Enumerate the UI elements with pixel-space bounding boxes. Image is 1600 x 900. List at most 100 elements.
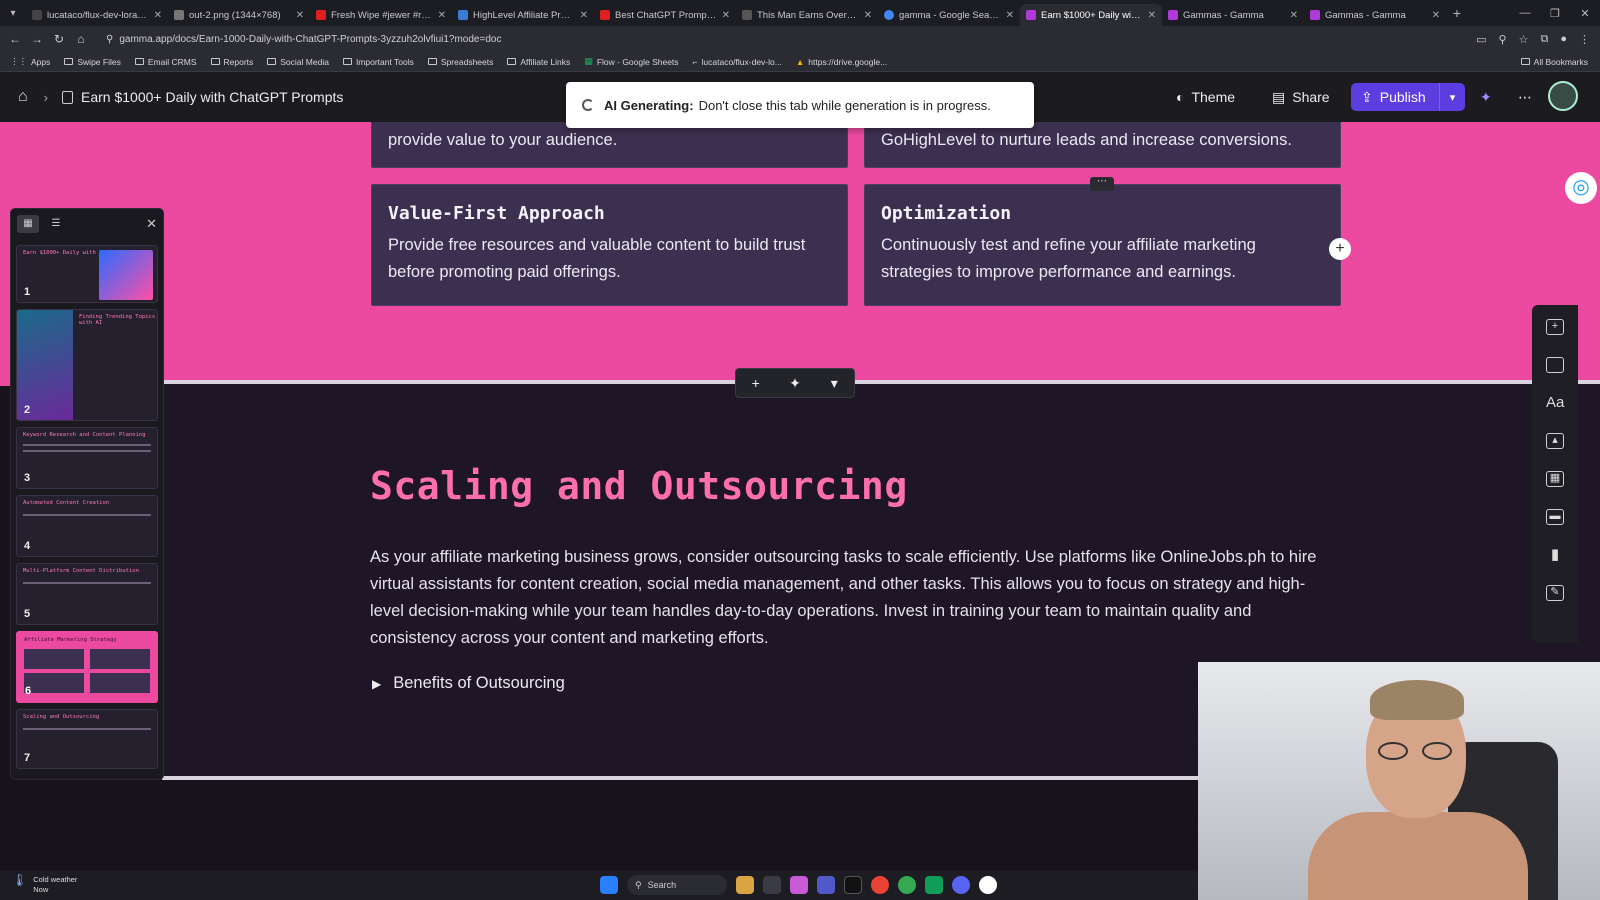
close-window-icon[interactable]: ✕ (1570, 0, 1600, 26)
browser-tab-active[interactable]: Earn $1000+ Daily with ChatG ✕ (1020, 4, 1162, 26)
close-icon[interactable]: ✕ (722, 10, 730, 21)
slide-thumb-active[interactable]: Affiliate Marketing Strategy 6 (16, 631, 158, 703)
browser-tab[interactable]: Best ChatGPT Prompt to Mak ✕ (594, 4, 736, 26)
share-button[interactable]: ▤ Share (1272, 84, 1330, 110)
star-icon[interactable]: ☆ (1519, 33, 1529, 46)
browser-tab[interactable]: lucataco/flux-dev-lora - Run ✕ (26, 4, 168, 26)
slide-thumb[interactable]: Keyword Research and Content Planning 3 (16, 427, 158, 489)
close-icon[interactable]: ✕ (154, 10, 162, 21)
section-title[interactable]: Scaling and Outsourcing (370, 464, 908, 508)
slide-thumb[interactable]: Multi-Platform Content Distribution 5 (16, 563, 158, 625)
task-view-icon[interactable] (763, 876, 781, 894)
text-icon[interactable]: Aa (1546, 395, 1564, 411)
chevron-down-icon[interactable]: ▾ (815, 369, 854, 397)
bookmark-item[interactable]: Affiliate Links (507, 57, 570, 67)
bookmark-item[interactable]: Spreadsheets (427, 57, 493, 67)
publish-button[interactable]: ⇪ Publish ▾ (1351, 83, 1465, 111)
reload-icon[interactable]: ↻ (48, 32, 70, 46)
teams-icon[interactable] (817, 876, 835, 894)
doc-title[interactable]: Earn $1000+ Daily with ChatGPT Prompts (81, 89, 343, 105)
table-icon[interactable]: ▦ (1546, 471, 1564, 487)
assistant-swirl-icon[interactable]: ◎ (1565, 172, 1597, 204)
close-icon[interactable]: ✕ (438, 10, 446, 21)
ai-sparkle-icon[interactable]: ✦ (775, 369, 814, 397)
slide-thumb[interactable]: Scaling and Outsourcing 7 (16, 709, 158, 769)
new-tab-button[interactable]: + (1446, 5, 1468, 21)
card-options-icon[interactable]: ⋯ (1090, 177, 1114, 191)
grid-view-icon[interactable]: ▦ (17, 215, 39, 233)
list-view-icon[interactable]: ☰ (45, 215, 67, 233)
card-optimization[interactable]: Optimization Continuously test and refin… (864, 184, 1341, 306)
browser-tab[interactable]: Gammas - Gamma ✕ (1304, 4, 1446, 26)
app-icon[interactable] (790, 876, 808, 894)
cast-icon[interactable]: ▭ (1476, 33, 1486, 46)
bookmark-item[interactable]: ▲ https://drive.google... (796, 57, 887, 67)
browser-tab[interactable]: Gammas - Gamma ✕ (1162, 4, 1304, 26)
sheets-icon[interactable] (925, 876, 943, 894)
section-body[interactable]: As your affiliate marketing business gro… (370, 544, 1330, 652)
zoom-icon[interactable]: ⚲ (1499, 33, 1507, 46)
bookmark-item[interactable]: Reports (210, 57, 253, 67)
chart-icon[interactable]: ▮ (1546, 547, 1564, 563)
slide-thumb[interactable]: Finding Trending Topics with AI 2 (16, 309, 158, 421)
bookmark-item[interactable]: ⌐ lucataco/flux-dev-lo... (693, 57, 782, 67)
close-icon[interactable]: ✕ (1290, 10, 1298, 21)
all-bookmarks[interactable]: All Bookmarks (1520, 57, 1588, 67)
more-icon[interactable]: ⋯ (1518, 84, 1532, 110)
card-top-right[interactable]: GoHighLevel to nurture leads and increas… (864, 122, 1341, 168)
tiktok-icon[interactable] (844, 876, 862, 894)
browser-tab[interactable]: gamma - Google Search ✕ (878, 4, 1020, 26)
embed-icon[interactable]: ▬ (1546, 509, 1564, 525)
ai-sparkle-icon[interactable]: ✦ (1480, 84, 1492, 110)
slide-thumb[interactable]: Automated Content Creation 4 (16, 495, 158, 557)
home-icon[interactable]: ⌂ (70, 32, 92, 46)
forward-icon[interactable]: → (26, 32, 48, 46)
obs-icon[interactable] (979, 876, 997, 894)
tab-search-icon[interactable]: ▾ (0, 0, 26, 26)
toggle-benefits[interactable]: ▶ Benefits of Outsourcing (372, 674, 565, 693)
layout-icon[interactable] (1546, 357, 1564, 373)
card-top-left[interactable]: provide value to your audience. (371, 122, 848, 168)
theme-button[interactable]: ◐ Theme (1176, 84, 1235, 110)
close-icon[interactable]: ✕ (1006, 10, 1014, 21)
close-icon[interactable]: ✕ (864, 10, 872, 21)
browser-tab[interactable]: Fresh Wipe #jewer #rust #ru ✕ (310, 4, 452, 26)
chrome-icon[interactable] (871, 876, 889, 894)
browser-tab[interactable]: HighLevel Affiliate Program ✕ (452, 4, 594, 26)
bookmark-item[interactable]: Important Tools (342, 57, 414, 67)
add-card-icon[interactable]: + (1329, 238, 1351, 260)
restore-icon[interactable]: ❐ (1540, 0, 1570, 26)
close-icon[interactable]: ✕ (296, 10, 304, 21)
add-block-icon[interactable]: + (736, 369, 775, 397)
site-info-icon[interactable]: ⚲ (106, 34, 113, 45)
bookmark-apps[interactable]: ⋮⋮ Apps (10, 56, 50, 67)
minimize-icon[interactable]: — (1510, 0, 1540, 26)
extensions-icon[interactable]: ⧉ (1540, 33, 1548, 46)
bookmark-item[interactable]: Email CRMS (134, 57, 197, 67)
browser-tab[interactable]: This Man Earns Over $1,000 D ✕ (736, 4, 878, 26)
taskbar-search[interactable]: ⚲ Search (627, 875, 727, 895)
chevron-down-icon[interactable]: ▾ (1439, 83, 1465, 111)
avatar[interactable] (1548, 81, 1578, 111)
windows-start-icon[interactable] (600, 876, 618, 894)
bookmark-item[interactable]: Social Media (267, 57, 329, 67)
bookmark-item[interactable]: ▦ Flow - Google Sheets (584, 56, 678, 67)
discord-icon[interactable] (952, 876, 970, 894)
browser-tab[interactable]: out-2.png (1344×768) ✕ (168, 4, 310, 26)
close-icon[interactable]: ✕ (580, 10, 588, 21)
image-icon[interactable]: ▴ (1546, 433, 1564, 449)
close-icon[interactable]: ✕ (146, 216, 157, 232)
close-icon[interactable]: ✕ (1148, 10, 1156, 21)
edit-icon[interactable]: ✎ (1546, 585, 1564, 601)
close-icon[interactable]: ✕ (1432, 10, 1440, 21)
bookmark-item[interactable]: Swipe Files (64, 57, 121, 67)
file-explorer-icon[interactable] (736, 876, 754, 894)
slide-thumb[interactable]: Earn $1000+ Daily with ChatGPT Prompts 1 (16, 245, 158, 303)
profile-icon[interactable]: ● (1560, 33, 1567, 46)
back-icon[interactable]: ← (4, 32, 26, 46)
new-card-icon[interactable]: + (1546, 319, 1564, 335)
url-field[interactable]: ⚲ gamma.app/docs/Earn-1000-Daily-with-Ch… (98, 29, 1418, 49)
weather-widget[interactable]: 🌡 Cold weather Now (12, 874, 77, 895)
card-value-first[interactable]: Value-First Approach Provide free resour… (371, 184, 848, 306)
menu-icon[interactable]: ⋮ (1579, 33, 1590, 46)
